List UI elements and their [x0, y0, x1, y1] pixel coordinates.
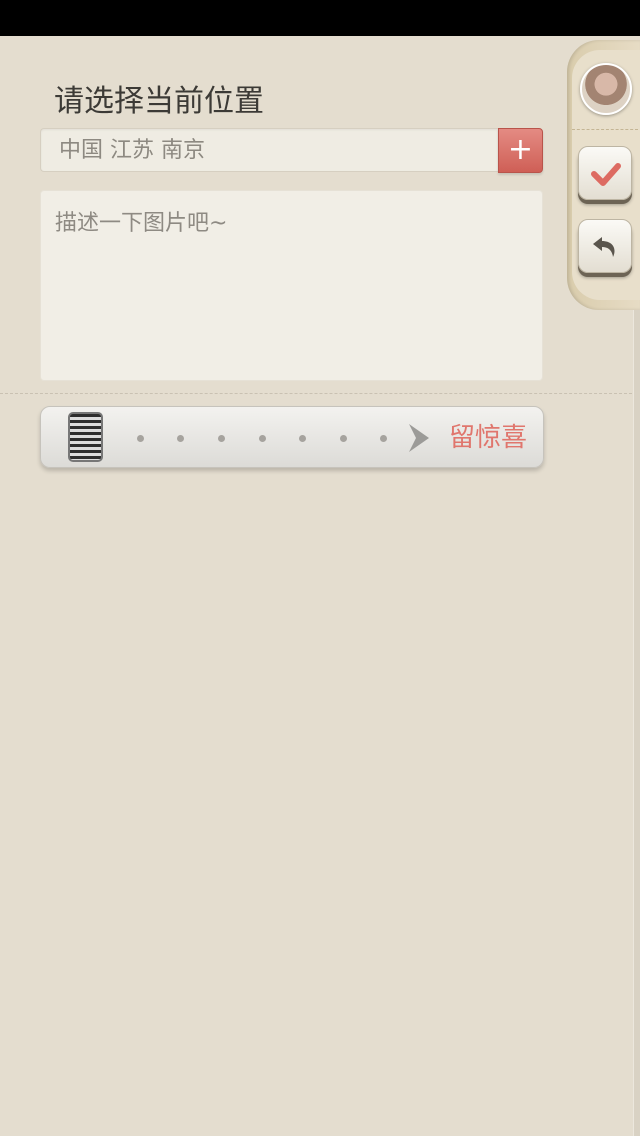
location-field[interactable]: 中国 江苏 南京 [40, 128, 498, 172]
slider-dot [177, 435, 184, 442]
surprise-slider[interactable]: 留惊喜 [40, 406, 544, 468]
confirm-button[interactable] [578, 146, 632, 200]
divider [0, 393, 632, 394]
location-value: 中国 江苏 南京 [59, 138, 205, 163]
undo-button[interactable] [578, 219, 632, 273]
checkmark-icon [591, 163, 621, 186]
slider-dot [137, 435, 144, 442]
status-bar [0, 0, 640, 36]
slider-handle[interactable] [68, 412, 103, 462]
avatar[interactable] [580, 63, 632, 115]
arrow-right-icon [409, 424, 429, 452]
undo-icon [593, 237, 615, 257]
description-placeholder: 描述一下图片吧~ [55, 211, 228, 236]
add-location-button[interactable]: + [498, 128, 543, 173]
slider-dot [340, 435, 347, 442]
slider-dot [380, 435, 387, 442]
description-input[interactable]: 描述一下图片吧~ [40, 190, 543, 381]
page-title: 请选择当前位置 [54, 84, 264, 119]
slider-dot [259, 435, 266, 442]
surprise-label: 留惊喜 [449, 423, 528, 453]
right-edge [633, 300, 640, 1136]
slider-dot [218, 435, 225, 442]
side-divider [572, 129, 638, 130]
slider-dot [299, 435, 306, 442]
